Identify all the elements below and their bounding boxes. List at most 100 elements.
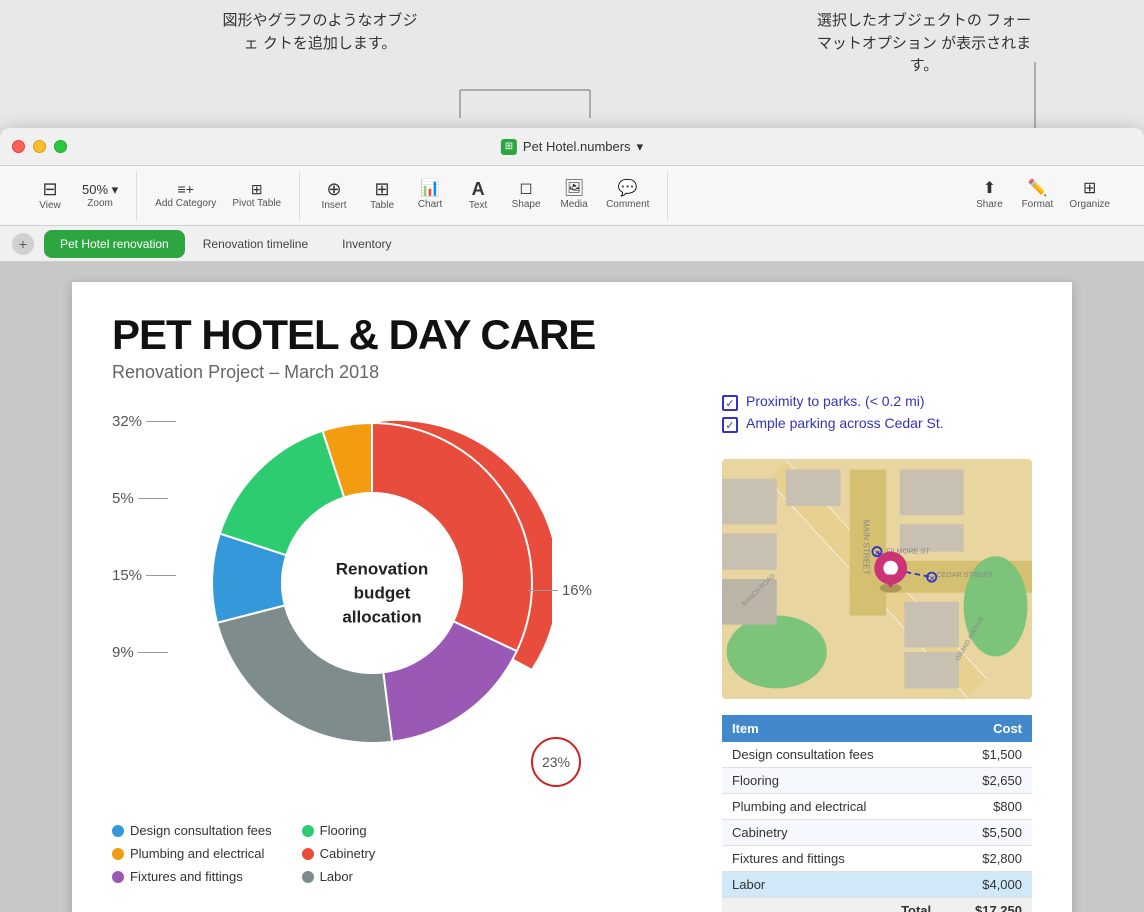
legend-plumbing: Plumbing and electrical [112,846,272,861]
text-button[interactable]: A Text [456,171,500,221]
map-annotation-1-text: Proximity to parks. (< 0.2 mi) [746,393,925,409]
legend-col-1: Design consultation fees Plumbing and el… [112,823,272,884]
tab-pet-hotel[interactable]: Pet Hotel renovation [44,230,185,258]
view-label: View [39,200,61,211]
media-icon: 🖼 [564,181,584,197]
maximize-button[interactable] [54,140,67,153]
table-icon: ⊞ [375,180,390,198]
toolbar-group-category: ≡+ Add Category ⊞ Pivot Table [137,171,300,221]
pivot-table-label: Pivot Table [232,198,281,209]
comment-label: Comment [606,199,649,210]
dropdown-icon[interactable]: ▾ [637,139,644,155]
tab-renovation-timeline-label: Renovation timeline [203,237,308,251]
legend-label-design: Design consultation fees [130,823,272,838]
table-row: Plumbing and electrical $800 [722,794,1032,820]
label-16: 16% [528,582,592,599]
tab-pet-hotel-label: Pet Hotel renovation [60,237,169,251]
slide-subtitle: Renovation Project – March 2018 [112,362,1032,383]
organize-button[interactable]: ⊞ Organize [1063,171,1116,221]
shape-button[interactable]: ◻ Shape [504,171,548,221]
row-item-5: Fixtures and fittings [722,846,941,872]
legend-label-plumbing: Plumbing and electrical [130,846,264,861]
comment-icon: 💬 [618,181,638,197]
format-icon: ✏️ [1027,181,1047,197]
row-item-4: Cabinetry [722,820,941,846]
annotation-area: 図形やグラフのようなオブジェ クトを追加します。 選択したオブジェクトの フォー… [0,0,1144,128]
organize-icon: ⊞ [1083,181,1096,197]
share-icon: ⬆ [983,181,996,197]
pivot-table-icon: ⊞ [251,182,263,196]
insert-button[interactable]: ⊕ Insert [312,171,356,221]
add-category-icon: ≡+ [178,182,194,196]
chart-labels: 32% 5% 15% [112,413,176,661]
row-cost-4: $5,500 [941,820,1032,846]
media-label: Media [560,199,587,210]
map-svg: MAIN STREET FILMORE ST CEDAR STREET RANC… [722,459,1032,699]
chart-section: 32% 5% 15% [112,393,692,912]
data-table: Item Cost Design consultation fees $1,50… [722,715,1032,912]
shape-label: Shape [512,199,541,210]
map-annotation-2: Ample parking across Cedar St. [722,415,1032,433]
legend-dot-fixtures [112,871,124,883]
svg-text:✕: ✕ [929,574,935,583]
legend-dot-design [112,825,124,837]
table-container: Item Cost Design consultation fees $1,50… [722,715,1032,912]
toolbar-group-insert: ⊕ Insert ⊞ Table 📊 Chart A Text ◻ Shape … [300,171,668,221]
table-row: Cabinetry $5,500 [722,820,1032,846]
close-button[interactable] [12,140,25,153]
app-window: Pet Hotel.numbers ▾ ⊟ View 50% ▾ Zoom ≡+… [0,128,1144,912]
insert-label: Insert [322,200,347,211]
chart-button[interactable]: 📊 Chart [408,171,452,221]
legend-label-fixtures: Fixtures and fittings [130,869,243,884]
pivot-table-button[interactable]: ⊞ Pivot Table [226,171,287,221]
share-button[interactable]: ⬆ Share [967,171,1011,221]
chart-legend: Design consultation fees Plumbing and el… [112,823,692,884]
comment-button[interactable]: 💬 Comment [600,171,655,221]
chart-icon: 📊 [420,181,440,197]
zoom-button[interactable]: 50% ▾ Zoom [76,171,124,221]
annotation-left-text: 図形やグラフのようなオブジェ クトを追加します。 [222,12,417,52]
svg-text:CEDAR STREET: CEDAR STREET [936,570,993,579]
legend-label-labor: Labor [320,869,353,884]
table-row-labor: Labor $4,000 [722,872,1032,898]
table-total-row: Total $17,250 [722,898,1032,912]
toolbar-group-right: ⬆ Share ✏️ Format ⊞ Organize [955,171,1128,221]
donut-center-text: Renovation budgetallocation [307,557,457,628]
total-cost: $17,250 [941,898,1032,912]
add-category-label: Add Category [155,198,216,209]
legend-dot-labor [302,871,314,883]
shape-icon: ◻ [519,181,532,197]
slide-body: 32% 5% 15% [112,393,1032,912]
row-cost-2: $2,650 [941,768,1032,794]
share-label: Share [976,199,1003,210]
label-15: 15% [112,567,176,584]
col-header-item: Item [722,715,941,742]
donut-chart-container: 32% 5% 15% [112,393,592,813]
text-icon: A [472,180,485,198]
traffic-lights [12,140,67,153]
table-label: Table [370,200,394,211]
add-sheet-button[interactable]: + [12,233,34,255]
tabsbar: + Pet Hotel renovation Renovation timeli… [0,226,1144,262]
tab-inventory[interactable]: Inventory [326,230,407,258]
format-button[interactable]: ✏️ Format [1015,171,1059,221]
annotation-left: 図形やグラフのようなオブジェ クトを追加します。 [220,10,420,55]
map-annotations: Proximity to parks. (< 0.2 mi) Ample par… [722,393,1032,437]
legend-labor: Labor [302,869,376,884]
table-row: Fixtures and fittings $2,800 [722,846,1032,872]
filename: Pet Hotel.numbers [523,139,631,154]
minimize-button[interactable] [33,140,46,153]
svg-text:✕: ✕ [874,548,880,557]
add-category-button[interactable]: ≡+ Add Category [149,171,222,221]
row-cost-3: $800 [941,794,1032,820]
table-row: Flooring $2,650 [722,768,1032,794]
view-button[interactable]: ⊟ View [28,171,72,221]
label-9: 9% [112,644,176,661]
legend-label-flooring: Flooring [320,823,367,838]
tab-renovation-timeline[interactable]: Renovation timeline [187,230,324,258]
svg-text:MAIN STREET: MAIN STREET [861,520,870,575]
format-label: Format [1022,199,1054,210]
media-button[interactable]: 🖼 Media [552,171,596,221]
table-button[interactable]: ⊞ Table [360,171,404,221]
text-label: Text [469,200,487,211]
